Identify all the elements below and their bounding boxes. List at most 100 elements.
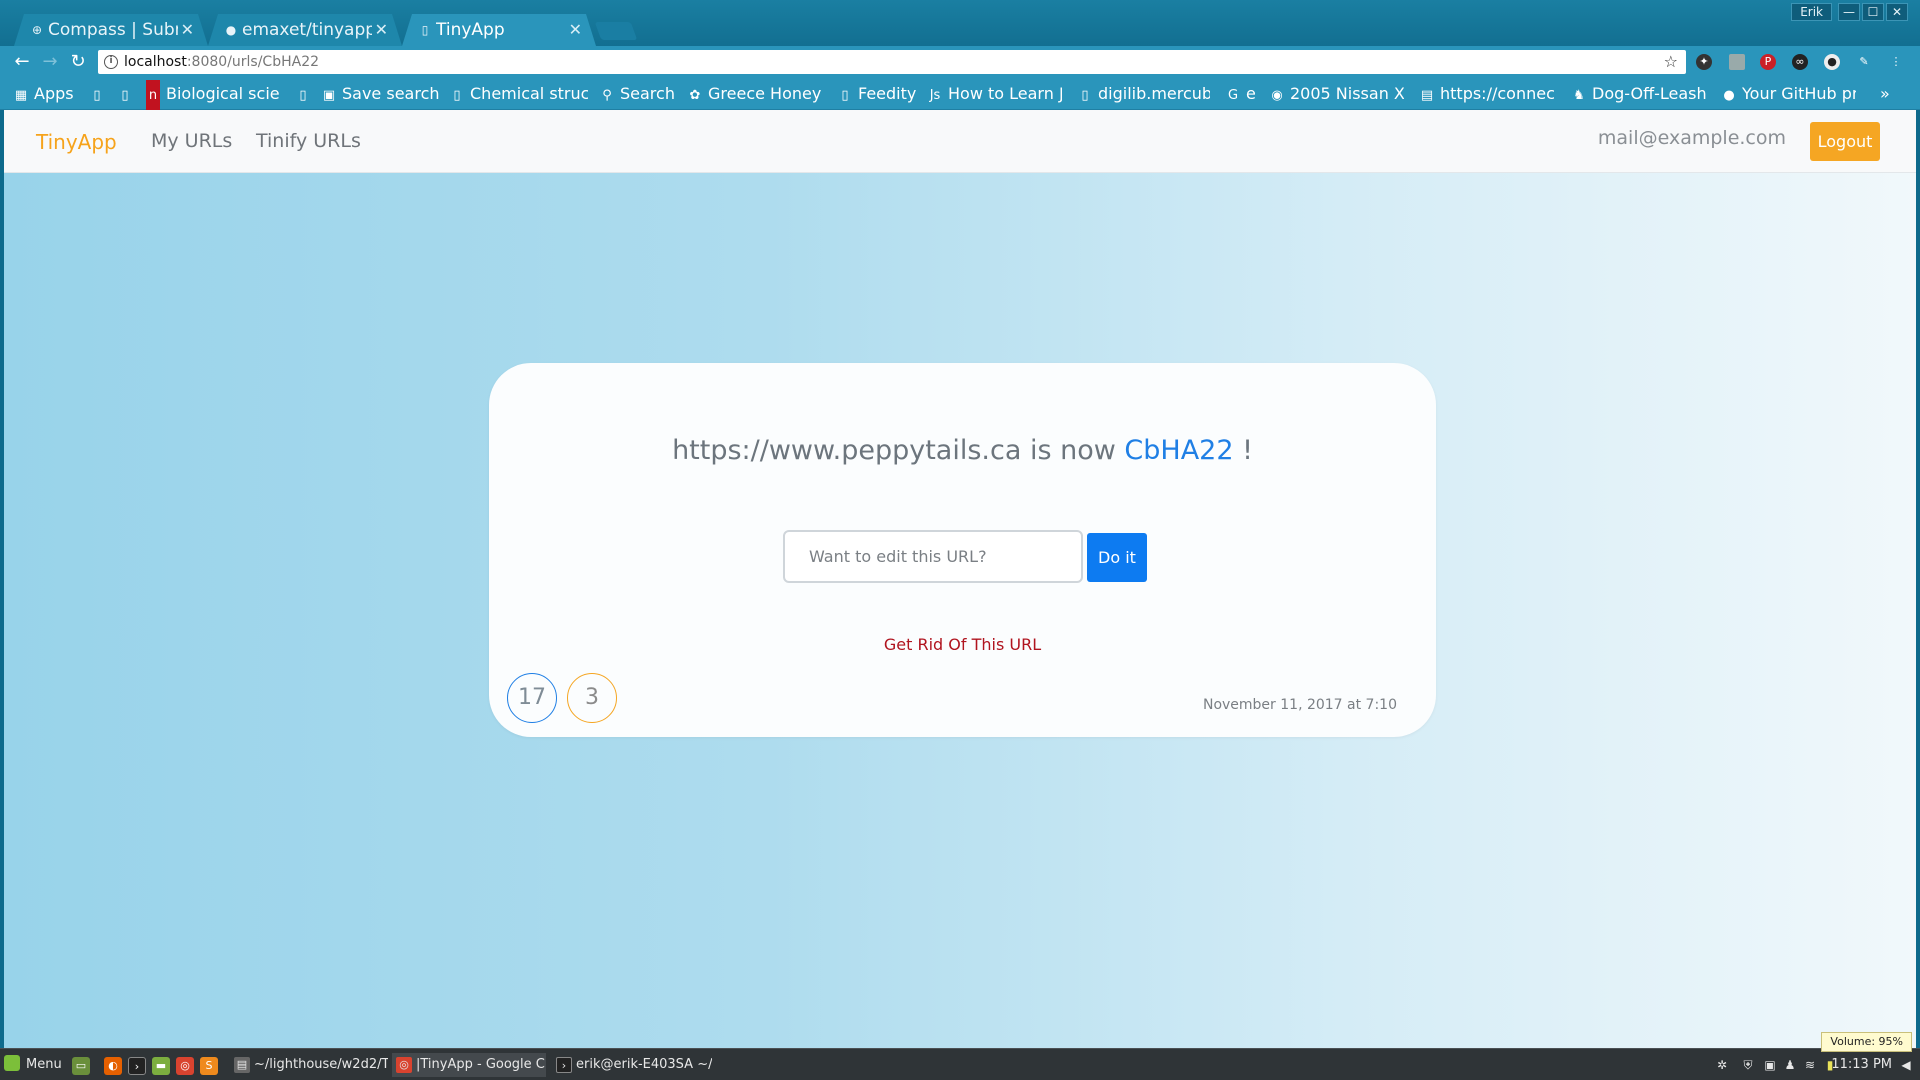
tab-github[interactable]: ● emaxet/tinyapp_ ✕	[208, 14, 402, 46]
close-icon[interactable]: ✕	[569, 14, 582, 46]
show-desktop-icon[interactable]: ▭	[72, 1057, 90, 1075]
bookmark-item[interactable]: Ge	[1226, 78, 1262, 110]
close-window-button[interactable]: ✕	[1886, 3, 1908, 21]
info-icon[interactable]: i	[104, 55, 118, 69]
maximize-button[interactable]: ☐	[1862, 3, 1884, 21]
nissan-icon: ◉	[1271, 88, 1283, 103]
bookmark-item[interactable]: ▯	[118, 78, 138, 110]
url-text: localhost:8080/urls/CbHA22	[124, 50, 319, 74]
clipboard-icon[interactable]: ▣	[1762, 1057, 1778, 1073]
edit-pencil-icon[interactable]: ✎	[1856, 54, 1872, 70]
bookmark-label: Dog-Off-Leash	[1592, 84, 1706, 103]
page-icon: ▯	[93, 88, 101, 103]
close-icon[interactable]: ✕	[181, 14, 194, 46]
bookmark-item[interactable]: n Biological scie	[146, 78, 286, 110]
nav-tinify-urls[interactable]: Tinify URLs	[256, 130, 361, 152]
edit-url-input[interactable]	[783, 530, 1083, 583]
extension-icon[interactable]: ∞	[1792, 54, 1808, 70]
bookmark-item[interactable]: ● Your GitHub pr	[1722, 78, 1856, 110]
bookmark-item[interactable]: ✿ Greece Honey	[688, 78, 822, 110]
user-icon[interactable]: ♟	[1782, 1057, 1798, 1073]
back-arrow-icon[interactable]: ←	[10, 50, 34, 74]
wifi-icon[interactable]: ≋	[1802, 1057, 1818, 1073]
extension-icon[interactable]: ✦	[1696, 54, 1712, 70]
bookmark-apps[interactable]: ▦ Apps	[14, 78, 86, 110]
new-tab-button[interactable]	[594, 22, 638, 40]
bookmark-item[interactable]: ▣ Save search	[322, 78, 442, 110]
github-icon: ●	[1723, 88, 1735, 103]
extension-icon[interactable]	[1729, 54, 1745, 70]
logout-button[interactable]: Logout	[1810, 122, 1880, 161]
bookmark-item[interactable]: ▯ Feedity	[838, 78, 928, 110]
tab-compass[interactable]: ⊕ Compass | Subm ✕	[14, 14, 208, 46]
task-label: ~/lighthouse/w2d2/T...	[254, 1057, 388, 1072]
page-icon: ▯	[1081, 88, 1089, 103]
do-it-button[interactable]: Do it	[1087, 533, 1147, 582]
bookmark-label: Your GitHub pr	[1742, 84, 1856, 103]
url-path: :8080/urls/CbHA22	[186, 54, 320, 70]
volume-icon[interactable]: ◀	[1898, 1057, 1914, 1073]
bookmark-item[interactable]: ⚲ Search	[600, 78, 680, 110]
bookmarks-bar: ▦ Apps ▯ ▯ n Biological scie ▯ ▣ Save searc…	[0, 78, 1920, 110]
minimize-button[interactable]: —	[1838, 3, 1860, 21]
menu-dots-icon[interactable]: ⋮	[1888, 54, 1904, 70]
bookmark-item[interactable]: ◉ 2005 Nissan Xt	[1270, 78, 1404, 110]
terminal-icon[interactable]: ›	[128, 1057, 146, 1075]
bookmark-item[interactable]: ▯	[90, 78, 110, 110]
sublime-icon[interactable]: S	[200, 1057, 218, 1075]
bookmark-label: 2005 Nissan Xt	[1290, 84, 1404, 103]
save-icon: ▣	[322, 88, 336, 103]
bookmark-label: Biological scie	[166, 84, 280, 103]
brand-link[interactable]: TinyApp	[36, 130, 117, 154]
bookmark-item[interactable]: Js How to Learn J	[928, 78, 1062, 110]
bookmark-label: e	[1246, 84, 1256, 103]
address-bar[interactable]: i localhost:8080/urls/CbHA22 ☆	[98, 50, 1686, 74]
short-url-link[interactable]: CbHA22	[1124, 435, 1233, 466]
bookmark-label: digilib.mercub	[1098, 84, 1210, 103]
close-icon[interactable]: ✕	[375, 14, 388, 46]
volume-tooltip: Volume: 95%	[1821, 1032, 1912, 1052]
profile-badge[interactable]: Erik	[1791, 3, 1832, 21]
bookmark-item[interactable]: ▯	[296, 78, 316, 110]
github-icon: ●	[225, 23, 237, 37]
compass-icon: ⊕	[31, 23, 43, 37]
forward-arrow-icon[interactable]: →	[38, 50, 62, 74]
task-label: |TinyApp - Google C...	[416, 1057, 546, 1072]
site-navbar: TinyApp My URLs Tinify URLs mail@example…	[4, 110, 1916, 173]
chrome-icon[interactable]: ◎	[176, 1057, 194, 1075]
reload-icon[interactable]: ↻	[66, 50, 90, 74]
task-chrome[interactable]: ◎ |TinyApp - Google C...	[392, 1053, 546, 1077]
google-icon: G	[1227, 88, 1239, 103]
page-icon: ▯	[121, 88, 129, 103]
chrome-icon: ◎	[396, 1057, 412, 1073]
bookmark-item[interactable]: ▤ https://connec	[1420, 78, 1556, 110]
bookmark-star-icon[interactable]: ☆	[1664, 50, 1678, 74]
bookmark-item[interactable]: ▯ digilib.mercub	[1078, 78, 1210, 110]
nav-my-urls[interactable]: My URLs	[151, 130, 232, 152]
start-menu-button[interactable]: Menu	[4, 1055, 62, 1075]
tab-title: emaxet/tinyapp_	[242, 20, 372, 40]
firefox-icon[interactable]: ◐	[104, 1057, 122, 1075]
pinterest-icon[interactable]: P	[1760, 54, 1776, 70]
folder-icon[interactable]: ▬	[152, 1057, 170, 1075]
bookmark-label: Chemical struc	[470, 84, 588, 103]
created-date: November 11, 2017 at 7:10	[1202, 697, 1397, 713]
page-icon: ▯	[299, 88, 307, 103]
files-icon: ▤	[234, 1057, 250, 1073]
os-taskbar: Menu ▭ ◐ › ▬ ◎ S ▤ ~/lighthouse/w2d2/T...…	[0, 1048, 1920, 1080]
url-headline: https://www.peppytails.ca is now CbHA22 …	[489, 435, 1436, 466]
tab-tinyapp[interactable]: ▯ TinyApp ✕	[402, 14, 596, 46]
headline-suffix: !	[1233, 435, 1253, 466]
bookmarks-overflow-button[interactable]: »	[1880, 78, 1900, 110]
extension-icon[interactable]: ●	[1824, 54, 1840, 70]
task-terminal[interactable]: › erik@erik-E403SA ~/...	[552, 1053, 712, 1077]
url-host: localhost	[124, 54, 187, 70]
settings-gear-icon[interactable]: ✲	[1714, 1057, 1730, 1073]
shield-icon[interactable]: ⛨	[1740, 1057, 1756, 1073]
clock[interactable]: 11:13 PM	[1831, 1055, 1892, 1075]
task-file-manager[interactable]: ▤ ~/lighthouse/w2d2/T...	[230, 1053, 388, 1077]
delete-url-link[interactable]: Get Rid Of This URL	[489, 635, 1436, 654]
bookmark-item[interactable]: ▯ Chemical struc	[450, 78, 588, 110]
bookmark-item[interactable]: ♞ Dog-Off-Leash	[1572, 78, 1706, 110]
js-icon: Js	[929, 88, 941, 103]
